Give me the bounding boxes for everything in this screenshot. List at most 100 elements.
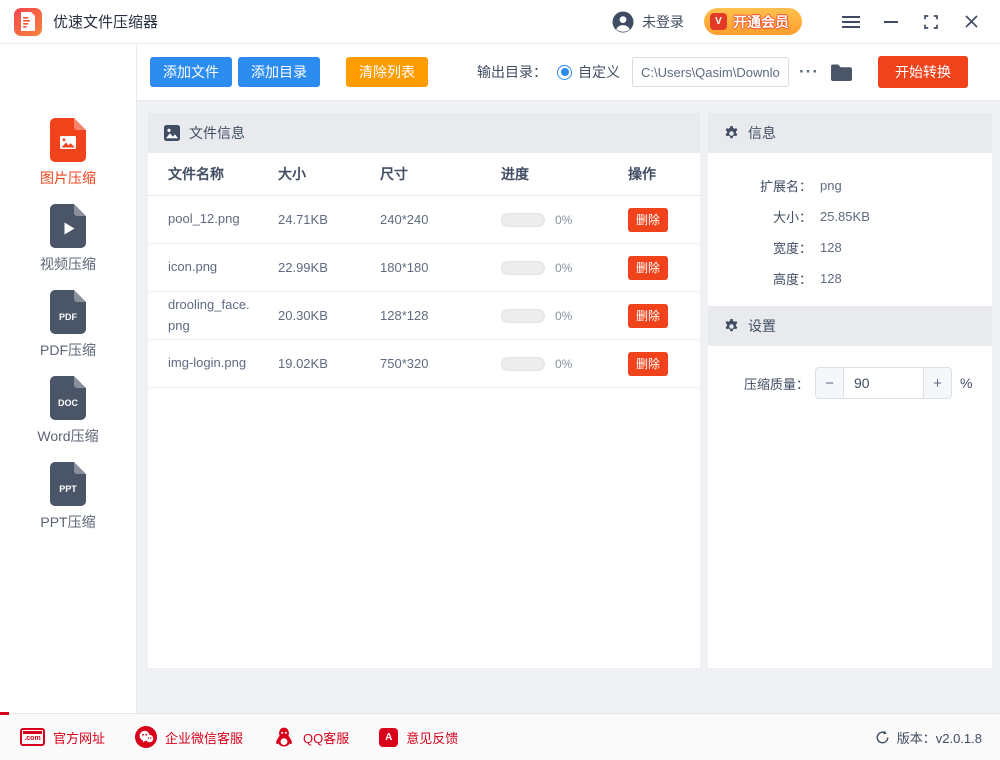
file-panel-title: 文件信息 bbox=[189, 123, 245, 143]
output-path-input[interactable] bbox=[632, 57, 789, 87]
sidebar-item-word-compress[interactable]: DOC Word压缩 bbox=[37, 376, 98, 446]
sidebar: 图片压缩 视频压缩 PDF PDF压缩 DOC Word压缩 bbox=[0, 44, 137, 713]
add-file-button[interactable]: 添加文件 bbox=[150, 57, 232, 87]
file-size: 24.71KB bbox=[278, 212, 380, 227]
qq-support-link[interactable]: QQ客服 bbox=[273, 726, 349, 748]
column-header-size: 大小 bbox=[278, 164, 380, 184]
add-directory-button[interactable]: 添加目录 bbox=[238, 57, 320, 87]
close-button[interactable] bbox=[956, 7, 986, 37]
hamburger-icon bbox=[842, 16, 860, 28]
sidebar-item-label: Word压缩 bbox=[37, 426, 98, 446]
feedback-icon: A bbox=[379, 728, 398, 747]
table-row[interactable]: img-login.png 19.02KB 750*320 0% 删除 bbox=[148, 340, 700, 388]
file-size: 19.02KB bbox=[278, 356, 380, 371]
vip-button-label: 开通会员 bbox=[733, 12, 789, 32]
folder-icon bbox=[831, 64, 852, 81]
sidebar-item-pdf-compress[interactable]: PDF PDF压缩 bbox=[40, 290, 96, 360]
info-row-extension: 扩展名： png bbox=[708, 170, 992, 201]
progress-cell: 0% bbox=[501, 357, 628, 371]
picture-icon bbox=[164, 125, 180, 141]
delete-button[interactable]: 删除 bbox=[628, 256, 668, 280]
ppt-file-icon: PPT bbox=[50, 462, 86, 506]
progress-bar bbox=[501, 213, 545, 227]
com-icon-label: .com bbox=[24, 734, 40, 744]
menu-button[interactable] bbox=[836, 7, 866, 37]
file-size: 20.30KB bbox=[278, 308, 380, 323]
table-header-row: 文件名称 大小 尺寸 进度 操作 bbox=[148, 153, 700, 196]
custom-radio-label[interactable]: 自定义 bbox=[578, 62, 620, 82]
progress-cell: 0% bbox=[501, 309, 628, 323]
sidebar-item-video-compress[interactable]: 视频压缩 bbox=[40, 204, 96, 274]
progress-bar bbox=[501, 357, 545, 371]
open-vip-button[interactable]: V 开通会员 bbox=[704, 8, 802, 35]
minimize-button[interactable] bbox=[876, 7, 906, 37]
file-dims: 128*128 bbox=[380, 308, 501, 323]
sidebar-item-label: 图片压缩 bbox=[40, 168, 96, 188]
quality-stepper: − + bbox=[815, 367, 952, 399]
progress-cell: 0% bbox=[501, 213, 628, 227]
quality-input[interactable] bbox=[844, 368, 923, 398]
info-label: 宽度： bbox=[708, 238, 812, 257]
delete-button[interactable]: 删除 bbox=[628, 352, 668, 376]
quality-decrease-button[interactable]: − bbox=[816, 368, 844, 398]
settings-panel-title: 设置 bbox=[748, 316, 776, 336]
progress-value: 0% bbox=[555, 261, 572, 275]
info-value: png bbox=[820, 178, 842, 193]
sidebar-item-label: 视频压缩 bbox=[40, 254, 96, 274]
radio-dot-icon bbox=[561, 68, 569, 76]
column-header-name: 文件名称 bbox=[168, 164, 278, 184]
quality-unit-label: % bbox=[960, 375, 972, 391]
feedback-link[interactable]: A 意见反馈 bbox=[379, 728, 458, 747]
footer-link-label: 意见反馈 bbox=[406, 728, 458, 747]
table-row[interactable]: drooling_face.png 20.30KB 128*128 0% 删除 bbox=[148, 292, 700, 340]
info-panel-title: 信息 bbox=[748, 123, 776, 143]
browse-more-button[interactable]: ··· bbox=[793, 62, 825, 82]
progress-value: 0% bbox=[555, 309, 572, 323]
table-row[interactable]: pool_12.png 24.71KB 240*240 0% 删除 bbox=[148, 196, 700, 244]
wechat-support-link[interactable]: 企业微信客服 bbox=[135, 726, 243, 748]
qq-icon bbox=[273, 726, 295, 748]
info-list: 扩展名： png 大小： 25.85KB 宽度： 128 高度： 128 bbox=[708, 153, 992, 306]
progress-cell: 0% bbox=[501, 261, 628, 275]
table-row[interactable]: icon.png 22.99KB 180*180 0% 删除 bbox=[148, 244, 700, 292]
info-label: 高度： bbox=[708, 269, 812, 288]
custom-radio[interactable] bbox=[557, 65, 572, 80]
feedback-icon-label: A bbox=[385, 732, 392, 743]
output-dir-label: 输出目录： bbox=[477, 62, 547, 82]
ppt-badge-label: PPT bbox=[59, 484, 77, 494]
logo-document-icon bbox=[20, 12, 36, 31]
clear-list-button[interactable]: 清除列表 bbox=[346, 57, 428, 87]
sidebar-item-ppt-compress[interactable]: PPT PPT压缩 bbox=[40, 462, 95, 532]
quality-increase-button[interactable]: + bbox=[923, 368, 951, 398]
footer-link-label: 企业微信客服 bbox=[165, 728, 243, 747]
info-row-height: 高度： 128 bbox=[708, 263, 992, 294]
gear-icon bbox=[724, 319, 739, 334]
vip-badge-icon: V bbox=[710, 13, 727, 30]
file-panel-header: 文件信息 bbox=[148, 113, 700, 153]
sidebar-item-image-compress[interactable]: 图片压缩 bbox=[40, 118, 96, 188]
file-dims: 240*240 bbox=[380, 212, 501, 227]
wechat-icon bbox=[135, 726, 157, 748]
footer-link-label: 官方网址 bbox=[53, 728, 105, 747]
quality-row: 压缩质量： − + % bbox=[708, 346, 992, 399]
toolbar: 添加文件 添加目录 清除列表 输出目录： 自定义 ··· 开始转换 bbox=[137, 44, 1000, 101]
footer-link-label: QQ客服 bbox=[303, 728, 349, 747]
column-header-ops: 操作 bbox=[628, 164, 680, 184]
progress-bar bbox=[501, 261, 545, 275]
file-name: icon.png bbox=[168, 257, 278, 277]
delete-button[interactable]: 删除 bbox=[628, 208, 668, 232]
start-convert-button[interactable]: 开始转换 bbox=[878, 56, 968, 88]
info-value: 25.85KB bbox=[820, 209, 870, 224]
official-website-link[interactable]: .com 官方网址 bbox=[20, 728, 105, 747]
maximize-button[interactable] bbox=[916, 7, 946, 37]
app-title: 优速文件压缩器 bbox=[53, 11, 158, 32]
info-label: 大小： bbox=[708, 207, 812, 226]
delete-button[interactable]: 删除 bbox=[628, 304, 668, 328]
version-info: 版本：v2.0.1.8 bbox=[875, 728, 982, 747]
column-header-dims: 尺寸 bbox=[380, 164, 501, 184]
login-status[interactable]: 未登录 bbox=[612, 11, 684, 33]
info-panel-header: 信息 bbox=[708, 113, 992, 153]
video-file-icon bbox=[50, 204, 86, 248]
info-row-width: 宽度： 128 bbox=[708, 232, 992, 263]
open-folder-button[interactable] bbox=[831, 64, 852, 81]
